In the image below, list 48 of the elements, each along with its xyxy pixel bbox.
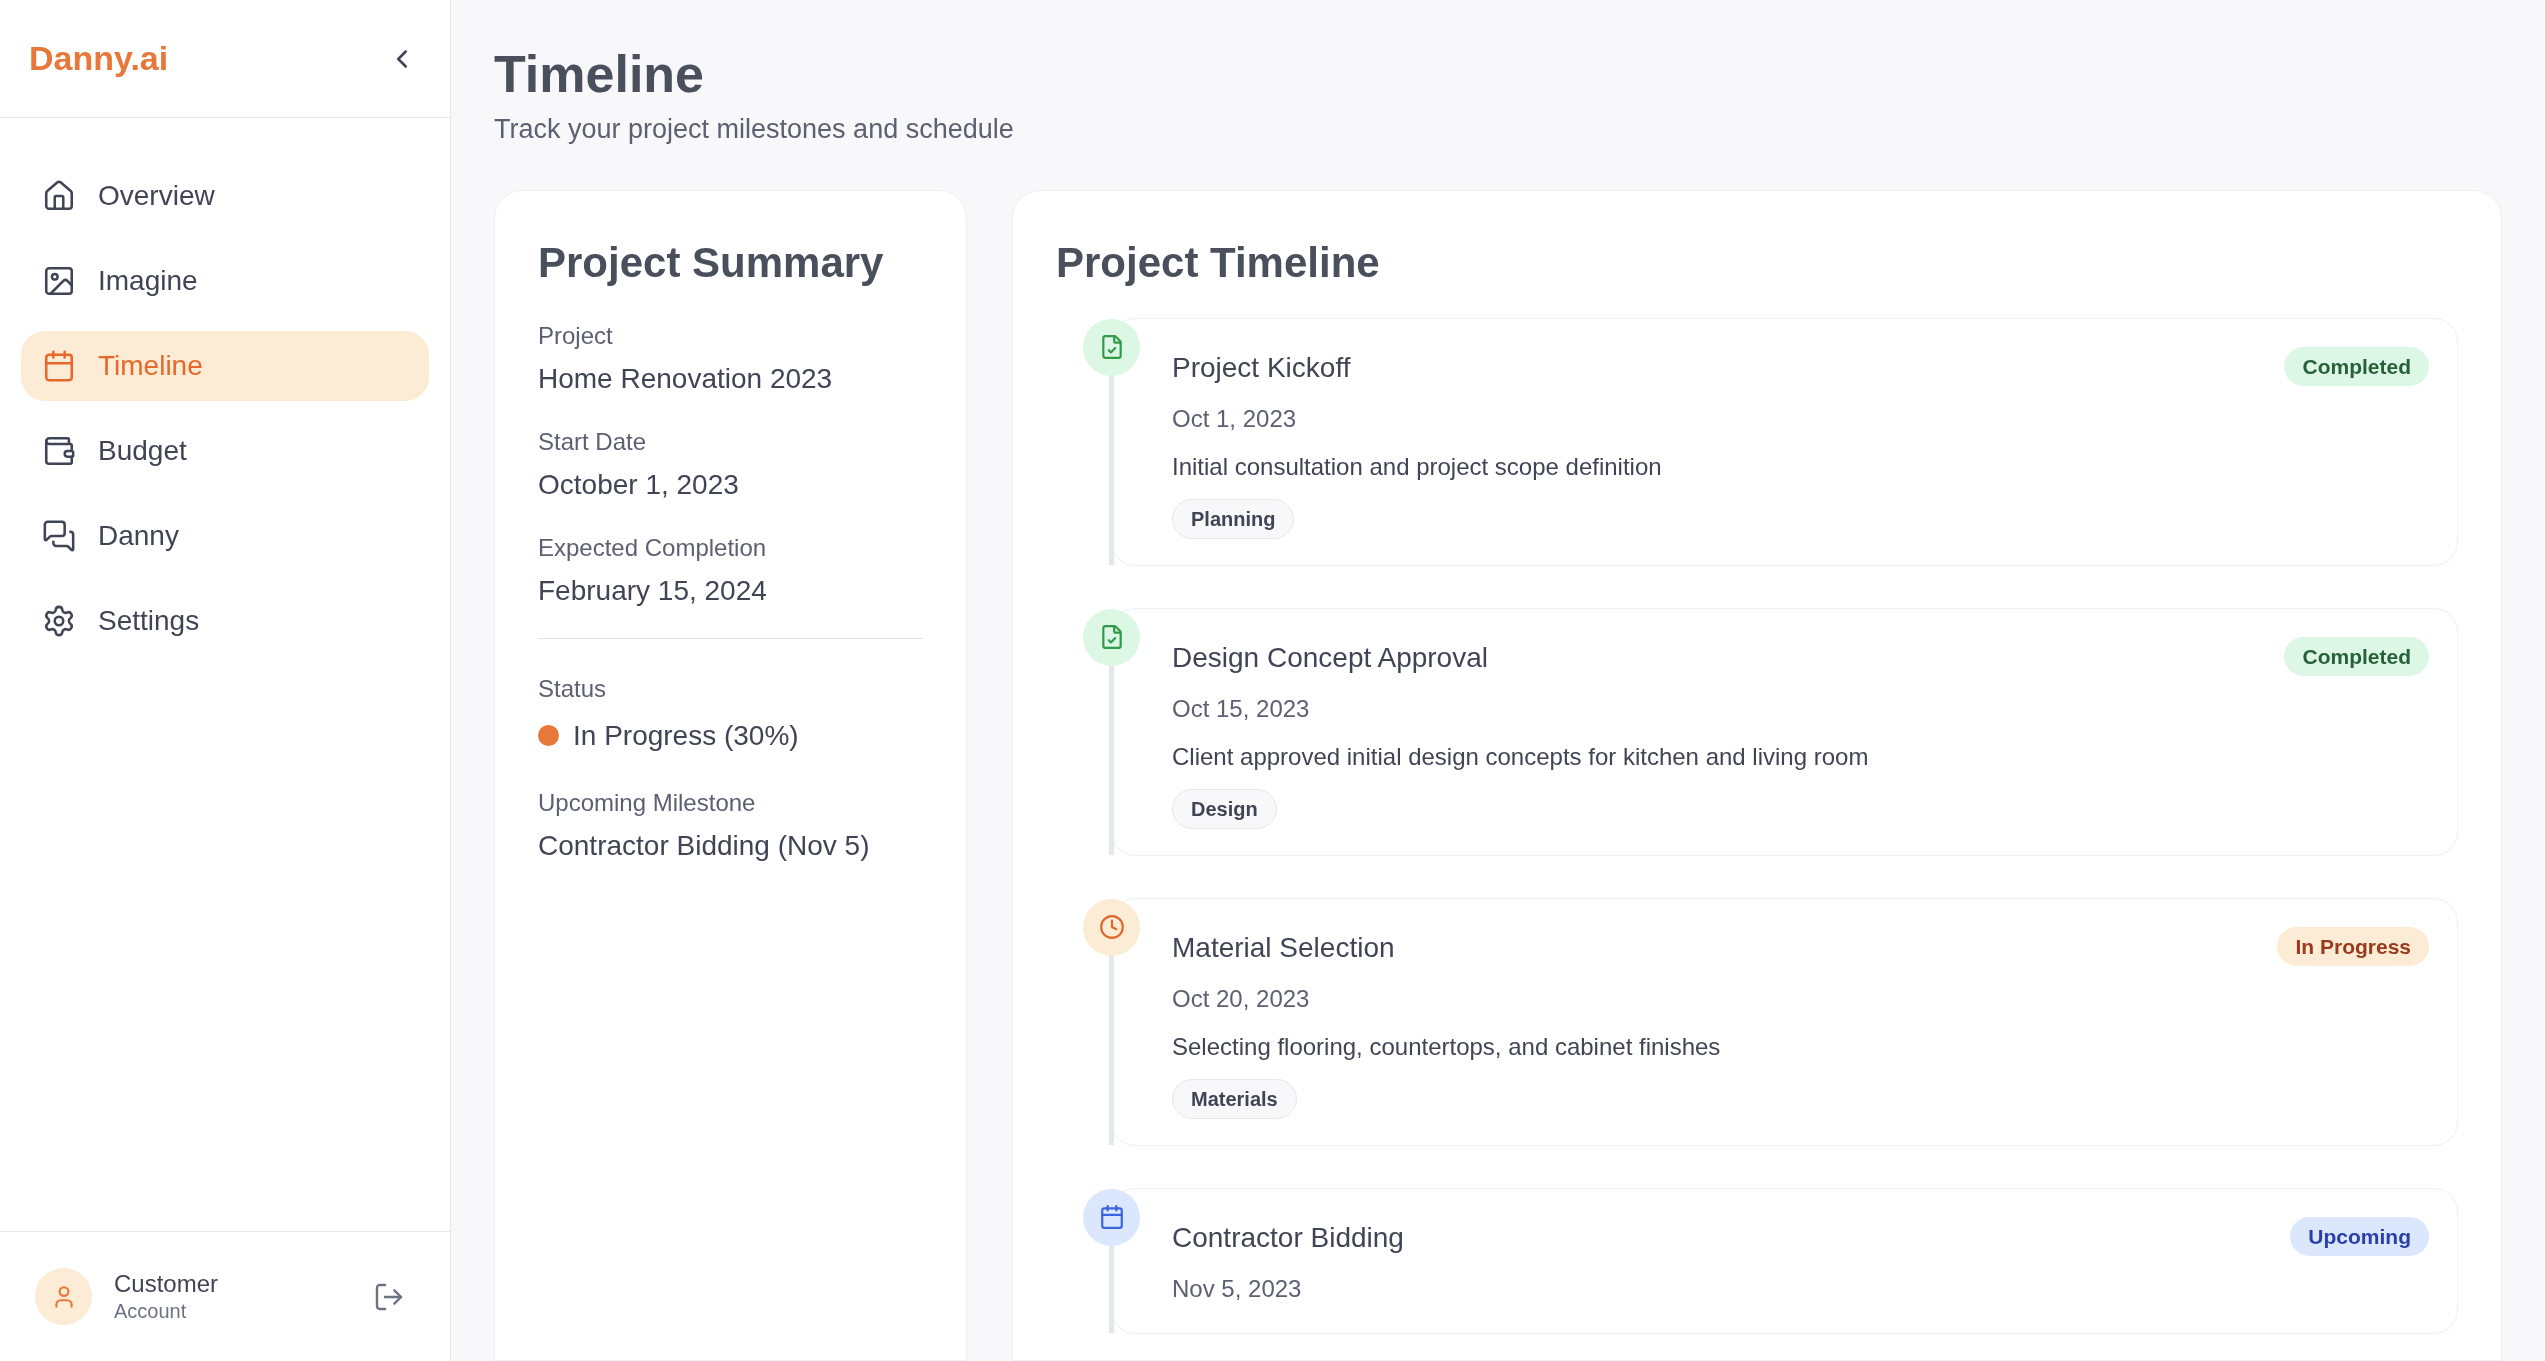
status-value: In Progress (30%) — [573, 718, 799, 753]
page-title: Timeline — [494, 44, 705, 105]
category-tag: Materials — [1172, 1078, 1297, 1119]
milestone-title: Contractor Bidding — [1172, 1220, 1404, 1255]
user-role: Account — [114, 1299, 188, 1324]
image-icon — [42, 264, 76, 298]
field-label: Upcoming Milestone — [538, 787, 757, 818]
milestone-date: Oct 1, 2023 — [1172, 403, 1297, 434]
milestone-title: Material Selection — [1172, 930, 1395, 965]
milestone-description: Initial consultation and project scope definition — [1172, 451, 1662, 482]
card-title: Project Summary — [538, 237, 885, 288]
milestone-title: Project Kickoff — [1172, 350, 1351, 385]
field-label: Start Date — [538, 426, 648, 457]
logo: Danny.ai — [29, 38, 169, 79]
nav-item[interactable]: Settings — [21, 586, 429, 656]
milestone-description: Selecting flooring, countertops, and cabinet finishes — [1172, 1031, 1721, 1062]
status-badge: In Progress — [2277, 926, 2429, 966]
settings-icon — [42, 604, 76, 638]
category-tag: Planning — [1172, 498, 1295, 539]
nav-item[interactable]: Budget — [21, 416, 429, 486]
milestone-title: Design Concept Approval — [1172, 640, 1488, 675]
field-value: October 1, 2023 — [538, 467, 740, 502]
nav-item[interactable]: Overview — [21, 161, 429, 231]
wallet-icon — [42, 434, 76, 468]
home-icon — [42, 179, 76, 213]
field-label: Status — [538, 673, 608, 704]
milestone-date: Nov 5, 2023 — [1172, 1273, 1302, 1304]
milestone-date: Oct 15, 2023 — [1172, 693, 1310, 724]
milestone-date: Oct 20, 2023 — [1172, 983, 1310, 1014]
nav-item[interactable]: Imagine — [21, 246, 429, 316]
calendar-icon — [42, 349, 76, 383]
user-name: Customer — [114, 1269, 220, 1299]
milestone-description: Client approved initial design concepts for kitchen and living room — [1172, 741, 1869, 772]
status-badge: Upcoming — [2290, 1216, 2429, 1256]
calendar-icon — [1098, 1204, 1125, 1230]
nav-item[interactable]: Danny — [21, 501, 429, 571]
card-title: Project Timeline — [1056, 237, 1381, 288]
field-value: Contractor Bidding (Nov 5) — [538, 828, 871, 863]
page-subtitle: Track your project milestones and schedule — [494, 113, 1015, 146]
field-label: Project — [538, 320, 614, 351]
status-badge: Completed — [2284, 636, 2429, 676]
category-tag: Design — [1172, 788, 1277, 829]
status-badge: Completed — [2284, 346, 2429, 386]
field-label: Expected Completion — [538, 532, 768, 563]
field-value: Home Renovation 2023 — [538, 361, 834, 396]
field-value: February 15, 2024 — [538, 573, 768, 608]
chat-bubbles-icon — [42, 519, 76, 553]
clock-icon — [1098, 914, 1125, 940]
